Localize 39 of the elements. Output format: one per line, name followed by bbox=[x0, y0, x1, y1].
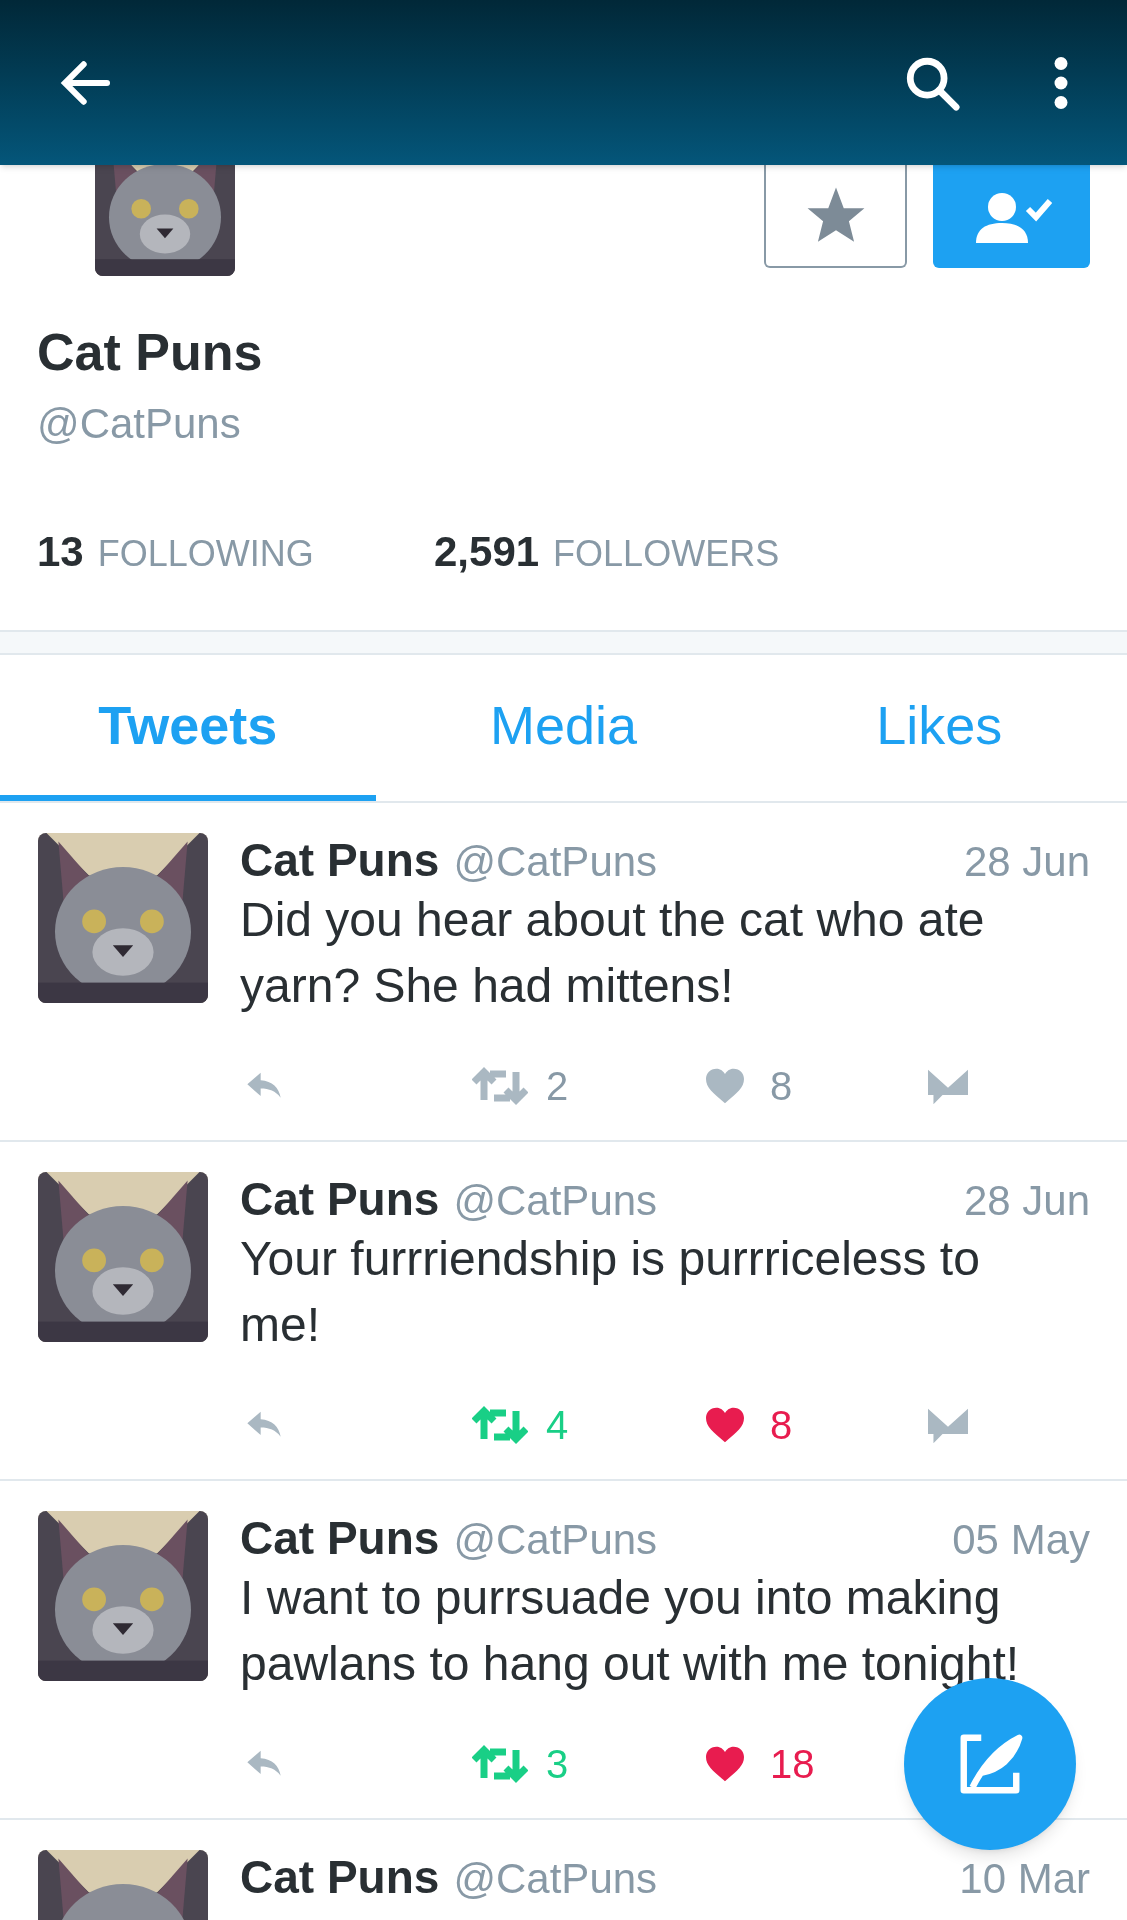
tweet-date: 28 Jun bbox=[963, 1176, 1090, 1226]
like-count: 18 bbox=[770, 1741, 815, 1788]
retweet-icon[interactable] bbox=[472, 1405, 528, 1445]
retweet-count: 2 bbox=[546, 1063, 569, 1110]
profile-tab[interactable]: Likes bbox=[751, 655, 1127, 801]
stat-count: 13 bbox=[37, 527, 84, 577]
tweet-handle: @CatPuns bbox=[453, 837, 658, 887]
like-count: 8 bbox=[770, 1063, 793, 1110]
stat-count: 2,591 bbox=[434, 527, 540, 577]
tweet-date: 05 May bbox=[952, 1515, 1090, 1565]
tweet-text: Your furrriendship is purrriceless to me! bbox=[240, 1231, 981, 1353]
retweet-count: 4 bbox=[546, 1402, 569, 1449]
tweet-text: Did you hear about the cat who ate yarn? She had mittens! bbox=[240, 892, 986, 1014]
stat-label[interactable]: FOLLOWING bbox=[97, 527, 314, 581]
retweet-icon[interactable] bbox=[472, 1744, 528, 1784]
favorite-button[interactable] bbox=[764, 165, 907, 268]
heart-icon[interactable] bbox=[704, 1406, 746, 1444]
tweet-author: Cat Puns bbox=[240, 833, 440, 887]
tweet-text: I want to purrsuade you into making pawlans to hang out with me tonight! bbox=[240, 1570, 1021, 1692]
profile-tab[interactable]: Media bbox=[375, 655, 752, 801]
profile-tab[interactable]: Tweets bbox=[0, 655, 376, 801]
tweet-date: 10 Mar bbox=[959, 1854, 1090, 1904]
profile-name: Cat Puns bbox=[37, 322, 264, 383]
tweet-author: Cat Puns bbox=[240, 1511, 440, 1565]
retweet-count: 3 bbox=[546, 1741, 569, 1788]
retweet-icon[interactable] bbox=[472, 1066, 528, 1106]
tweet-handle: @CatPuns bbox=[453, 1176, 658, 1226]
profile-handle: @CatPuns bbox=[37, 399, 242, 449]
tweet-author: Cat Puns bbox=[240, 1850, 440, 1904]
following-button[interactable] bbox=[933, 165, 1090, 268]
more-options-icon[interactable] bbox=[1053, 56, 1069, 109]
tweet-handle: @CatPuns bbox=[453, 1854, 658, 1904]
heart-icon[interactable] bbox=[704, 1067, 746, 1105]
stat-label[interactable]: FOLLOWERS bbox=[553, 527, 780, 581]
tweet-author: Cat Puns bbox=[240, 1172, 440, 1226]
heart-icon[interactable] bbox=[704, 1745, 746, 1783]
tweet-handle: @CatPuns bbox=[453, 1515, 658, 1565]
like-count: 8 bbox=[770, 1402, 793, 1449]
tweet-date: 28 Jun bbox=[963, 837, 1090, 887]
